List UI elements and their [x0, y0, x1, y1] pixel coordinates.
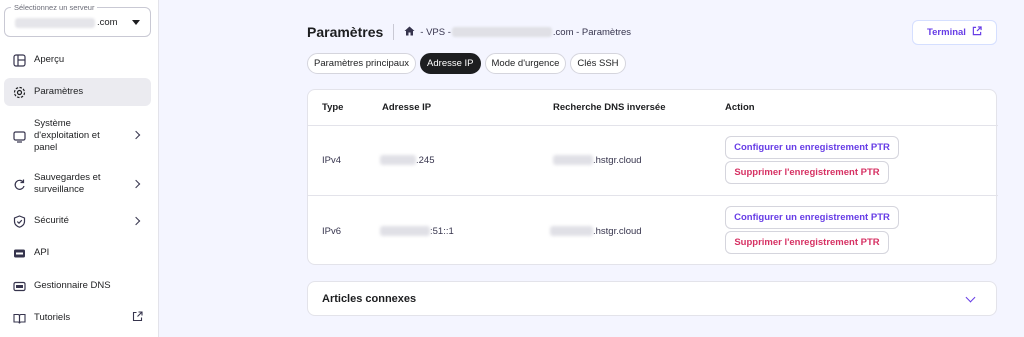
- tab-adresse-ip[interactable]: Adresse IP: [420, 53, 481, 74]
- row-divider: [308, 125, 998, 126]
- sidebar-item-label: Sécurité: [34, 215, 69, 226]
- page-title: Paramètres: [307, 24, 384, 40]
- page-header: Paramètres - VPS - .com - Paramètres: [307, 24, 631, 40]
- sidebar-item-label: Sauvegardes et surveillance: [34, 172, 101, 195]
- sidebar-item-label: Tutoriels: [34, 312, 71, 323]
- gear-icon: [12, 85, 26, 99]
- dns-icon: [12, 279, 26, 293]
- ip-table: Type Adresse IP Recherche DNS inversée A…: [307, 89, 998, 265]
- breadcrumb-redacted: [451, 27, 552, 37]
- sidebar-item-dns[interactable]: Gestionnaire DNS: [4, 276, 151, 296]
- sidebar-item-apercu[interactable]: Aperçu: [4, 50, 151, 70]
- sidebar-item-securite[interactable]: Sécurité: [4, 211, 151, 231]
- server-select-value: .com: [97, 17, 118, 28]
- sidebar-item-label: API: [34, 247, 50, 258]
- breadcrumb-current: .com - Paramètres: [552, 26, 632, 38]
- dns-redacted: [550, 226, 593, 237]
- ip-redacted: [380, 155, 416, 166]
- tab-mode-urgence[interactable]: Mode d'urgence: [484, 53, 567, 74]
- ip-redacted: [380, 226, 430, 237]
- sidebar-item-label: Aperçu: [34, 54, 65, 65]
- server-select-legend: Sélectionnez un serveur: [11, 3, 98, 12]
- sidebar-item-api[interactable]: API: [4, 243, 151, 263]
- column-header-ip: Adresse IP: [382, 102, 432, 113]
- shield-icon: [12, 214, 26, 228]
- reverse-dns: .hstgr.cloud: [550, 226, 642, 237]
- related-articles-accordion[interactable]: Articles connexes: [307, 281, 997, 316]
- divider: [393, 24, 395, 40]
- chevron-right-icon: [131, 179, 141, 189]
- configure-ptr-button[interactable]: Configurer un enregistrement PTR: [725, 136, 899, 159]
- tab-cles-ssh[interactable]: Clés SSH: [570, 53, 626, 74]
- reverse-dns-suffix: .hstgr.cloud: [593, 155, 642, 166]
- caret-down-icon[interactable]: [132, 20, 140, 25]
- terminal-button[interactable]: Terminal: [912, 20, 997, 45]
- server-select[interactable]: Sélectionnez un serveur .com: [4, 3, 151, 37]
- api-icon: [12, 246, 26, 260]
- row-divider: [308, 195, 998, 196]
- server-name-redacted: [15, 18, 95, 28]
- terminal-label: Terminal: [927, 27, 966, 38]
- home-icon[interactable]: [404, 26, 415, 39]
- external-link-icon: [972, 26, 982, 39]
- settings-tabs: Paramètres principaux Adresse IP Mode d'…: [307, 53, 626, 74]
- sidebar-item-systeme[interactable]: Système d'exploitation et panel: [4, 116, 151, 156]
- refresh-icon: [12, 177, 26, 191]
- delete-ptr-button[interactable]: Supprimer l'enregistrement PTR: [725, 231, 889, 254]
- sidebar-item-tutoriels[interactable]: Tutoriels: [4, 308, 151, 328]
- ip-type: IPv4: [322, 155, 342, 166]
- sidebar-item-label: Paramètres: [34, 86, 84, 97]
- sidebar-item-sauvegardes[interactable]: Sauvegardes et surveillance: [4, 170, 151, 198]
- dns-redacted: [553, 155, 593, 166]
- ip-address-suffix: .245: [416, 155, 435, 166]
- chevron-right-icon: [131, 130, 141, 140]
- column-header-dns: Recherche DNS inversée: [553, 102, 666, 113]
- delete-ptr-button[interactable]: Supprimer l'enregistrement PTR: [725, 161, 889, 184]
- sidebar-item-parametres[interactable]: Paramètres: [4, 78, 151, 106]
- reverse-dns: .hstgr.cloud: [553, 155, 642, 166]
- column-header-type: Type: [322, 102, 344, 113]
- book-icon: [12, 311, 26, 325]
- breadcrumb-vps[interactable]: - VPS -: [420, 27, 451, 38]
- reverse-dns-suffix: .hstgr.cloud: [593, 226, 642, 237]
- configure-ptr-button[interactable]: Configurer un enregistrement PTR: [725, 206, 899, 229]
- sidebar-item-label: Gestionnaire DNS: [34, 280, 111, 291]
- ip-address-suffix: :51::1: [430, 226, 454, 237]
- external-link-icon: [132, 311, 143, 325]
- sidebar: Sélectionnez un serveur .com Aperçu Para…: [0, 0, 159, 337]
- sidebar-item-label: Système d'exploitation et panel: [34, 118, 100, 153]
- chevron-right-icon: [131, 216, 141, 226]
- tab-parametres-principaux[interactable]: Paramètres principaux: [307, 53, 417, 74]
- related-articles-title: Articles connexes: [322, 293, 417, 305]
- monitor-icon: [12, 129, 26, 143]
- ip-address: .245: [380, 155, 435, 166]
- layout-icon: [12, 53, 26, 67]
- chevron-down-icon[interactable]: [965, 292, 976, 303]
- breadcrumb: - VPS - .com - Paramètres: [404, 26, 631, 39]
- main-content: Paramètres - VPS - .com - Paramètres Ter…: [159, 0, 1024, 337]
- ip-type: IPv6: [322, 226, 342, 237]
- ip-address: :51::1: [380, 226, 454, 237]
- column-header-action: Action: [725, 102, 755, 113]
